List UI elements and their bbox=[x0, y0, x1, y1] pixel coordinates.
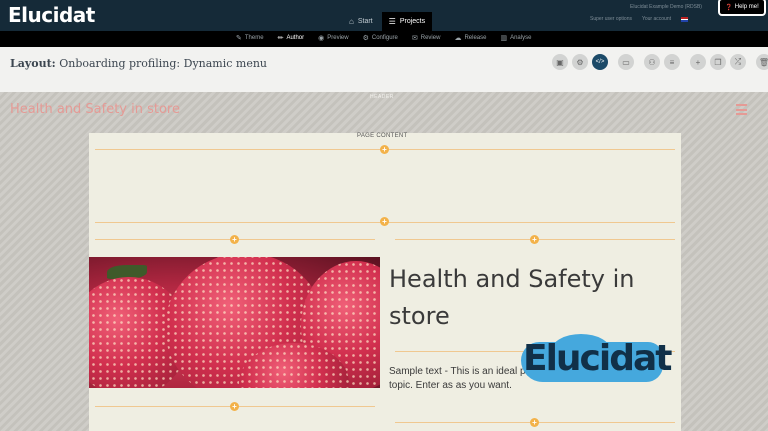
add-block-icon[interactable]: + bbox=[380, 217, 389, 226]
code-button[interactable]: </> bbox=[592, 54, 608, 70]
mode-theme[interactable]: ✎ Theme bbox=[236, 34, 264, 42]
mode-label: Author bbox=[286, 35, 305, 41]
strawberries-image[interactable] bbox=[89, 257, 380, 388]
desktop-view-button[interactable]: ▭ bbox=[618, 54, 634, 70]
code-icon: </> bbox=[595, 59, 605, 65]
delete-button[interactable]: 🗑 bbox=[756, 54, 768, 70]
mode-label: Analyse bbox=[510, 35, 532, 41]
copy-icon: ❐ bbox=[714, 57, 722, 67]
add-block-icon[interactable]: + bbox=[380, 145, 389, 154]
layout-name: Onboarding profiling: Dynamic menu bbox=[59, 57, 268, 70]
nav-start-label: Start bbox=[357, 18, 373, 25]
top-nav: ⌂ Start ☰ Projects bbox=[342, 12, 433, 31]
mode-label: Review bbox=[420, 35, 441, 41]
layout-toolbar: ▣ ⚙ </> ▭ ⚇ ≡ + ❐ ⤮ 🗑 bbox=[552, 54, 768, 70]
help-icon: ❓ bbox=[725, 4, 733, 11]
copy-button[interactable]: ❐ bbox=[710, 54, 726, 70]
brand-wordmark: Elucidat bbox=[523, 338, 673, 379]
add-icon: + bbox=[695, 57, 701, 67]
mode-bar: ✎ Theme ✏ Author ◉ Preview ⚙ Configure ✉ Revi… bbox=[0, 31, 768, 47]
mode-preview[interactable]: ◉ Preview bbox=[318, 34, 348, 42]
comment-icon: ✉ bbox=[411, 35, 418, 42]
nav-projects[interactable]: ☰ Projects bbox=[381, 12, 433, 31]
logo-text: Elucidat bbox=[8, 3, 95, 27]
mode-analyse[interactable]: ▥ Analyse bbox=[500, 34, 531, 42]
top-bar: Elucidat ⌂ Start ☰ Projects Elucidat Exa… bbox=[0, 0, 768, 31]
super-user-options-link[interactable]: Super user options bbox=[590, 16, 632, 22]
add-block-icon[interactable]: + bbox=[230, 402, 239, 411]
trash-icon: 🗑 bbox=[758, 57, 768, 67]
elucidat-brand-watermark: Elucidat bbox=[521, 334, 736, 382]
gears-icon: ⚙ bbox=[362, 35, 369, 42]
list-icon: ≡ bbox=[669, 57, 675, 67]
list-view-button[interactable]: ≡ bbox=[664, 54, 680, 70]
mode-label: Theme bbox=[244, 35, 264, 41]
hierarchy-button[interactable]: ⚇ bbox=[644, 54, 660, 70]
mode-label: Configure bbox=[371, 35, 398, 41]
mode-label: Preview bbox=[327, 35, 349, 41]
brush-icon: ✎ bbox=[236, 35, 242, 42]
add-block-icon[interactable]: + bbox=[230, 235, 239, 244]
layout-bar: Layout: Onboarding profiling: Dynamic me… bbox=[0, 47, 768, 92]
mode-configure[interactable]: ⚙ Configure bbox=[363, 34, 398, 42]
save-button[interactable]: ▣ bbox=[552, 54, 568, 70]
help-label: Help me! bbox=[734, 4, 759, 10]
add-block-icon[interactable]: + bbox=[530, 235, 539, 244]
page-content-label: PAGE CONTENT bbox=[357, 133, 408, 139]
hamburger-menu-icon[interactable] bbox=[736, 104, 747, 115]
mode-release[interactable]: ☁ Release bbox=[454, 34, 486, 42]
company-name: Elucidat Example Demo (RDSB) bbox=[630, 4, 702, 10]
header-region-label: HEADER bbox=[370, 94, 394, 100]
mode-author[interactable]: ✏ Author bbox=[278, 34, 305, 42]
mode-review[interactable]: ✉ Review bbox=[412, 34, 441, 42]
user-links: Super user options Your account bbox=[590, 16, 688, 22]
settings-button[interactable]: ⚙ bbox=[572, 54, 588, 70]
list-icon: ☰ bbox=[388, 17, 396, 26]
layout-prefix: Layout: bbox=[10, 57, 56, 70]
uk-flag-icon[interactable] bbox=[681, 17, 688, 22]
page-content: PAGE CONTENT + + + + Health and Safety i… bbox=[89, 133, 681, 431]
elucidat-logo[interactable]: Elucidat bbox=[4, 3, 95, 27]
your-account-link[interactable]: Your account bbox=[642, 16, 671, 22]
mode-label: Release bbox=[464, 35, 487, 41]
content-title[interactable]: Health and Safety in store bbox=[389, 261, 659, 335]
eye-icon: ◉ bbox=[318, 35, 325, 42]
pencil-icon: ✏ bbox=[277, 35, 284, 42]
hierarchy-icon: ⚇ bbox=[648, 57, 656, 67]
shuffle-icon: ⤮ bbox=[734, 57, 742, 66]
layout-title: Layout: Onboarding profiling: Dynamic me… bbox=[10, 57, 267, 70]
add-block-icon[interactable]: + bbox=[530, 418, 539, 427]
desktop-icon: ▭ bbox=[622, 57, 630, 67]
shuffle-button[interactable]: ⤮ bbox=[730, 54, 746, 70]
add-page-button[interactable]: + bbox=[690, 54, 706, 70]
settings-icon: ⚙ bbox=[576, 57, 584, 67]
save-icon: ▣ bbox=[556, 57, 564, 67]
page-heading[interactable]: Health and Safety in store bbox=[10, 102, 180, 117]
nav-start[interactable]: ⌂ Start bbox=[342, 12, 380, 31]
nav-projects-label: Projects bbox=[399, 18, 426, 25]
cloud-icon: ☁ bbox=[454, 35, 462, 42]
help-button[interactable]: ❓ Help me! bbox=[718, 0, 766, 16]
chart-icon: ▥ bbox=[500, 35, 508, 42]
home-icon: ⌂ bbox=[349, 17, 354, 26]
